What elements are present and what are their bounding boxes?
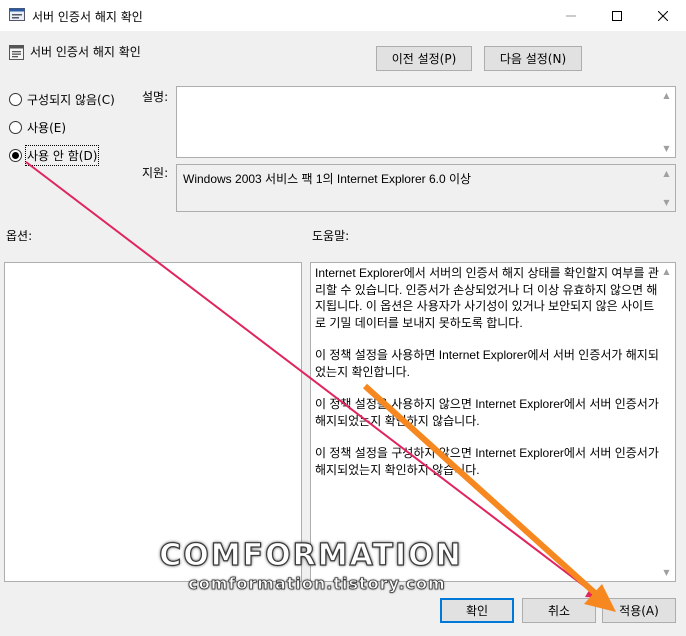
- maximize-icon: [612, 10, 622, 21]
- scroll-down-icon[interactable]: ▼: [658, 140, 675, 157]
- policy-app-icon: [9, 8, 25, 21]
- supported-label: 지원:: [142, 166, 169, 180]
- help-paragraph: 이 정책 설정을 구성하지 않으면 Internet Explorer에서 서버…: [315, 446, 659, 477]
- radio-label: 사용 안 함(D): [24, 145, 100, 166]
- close-button[interactable]: [640, 0, 686, 31]
- radio-circle[interactable]: [9, 93, 22, 106]
- scroll-down-icon[interactable]: ▼: [658, 194, 675, 211]
- red-arrow-head: [585, 587, 600, 598]
- supported-box: Windows 2003 서비스 팩 1의 Internet Explorer …: [176, 164, 676, 212]
- close-icon: [658, 10, 668, 21]
- supported-scrollbar[interactable]: ▲ ▼: [658, 165, 675, 211]
- radio-label: 사용(E): [27, 121, 67, 135]
- title-bar: 서버 인증서 해지 확인: [0, 0, 686, 31]
- options-label: 옵션:: [6, 229, 33, 243]
- radio-circle[interactable]: [9, 121, 22, 134]
- ok-button[interactable]: 확인: [440, 598, 514, 623]
- help-paragraph: Internet Explorer에서 서버의 인증서 해지 상태를 확인할지 …: [315, 266, 659, 330]
- next-setting-button[interactable]: 다음 설정(N): [484, 46, 582, 71]
- radio-enabled[interactable]: 사용(E): [9, 119, 66, 136]
- help-paragraph: 이 정책 설정을 사용하면 Internet Explorer에서 서버 인증서…: [315, 348, 659, 379]
- comment-scrollbar[interactable]: ▲ ▼: [658, 87, 675, 157]
- help-paragraph: 이 정책 설정을 사용하지 않으면 Internet Explorer에서 서버…: [315, 397, 659, 428]
- supported-value: Windows 2003 서비스 팩 1의 Internet Explorer …: [183, 172, 472, 186]
- apply-button[interactable]: 적용(A): [602, 598, 676, 623]
- help-scrollbar[interactable]: ▲ ▼: [658, 263, 675, 581]
- scroll-up-icon[interactable]: ▲: [658, 263, 675, 280]
- window-title: 서버 인증서 해지 확인: [32, 10, 143, 24]
- scroll-up-icon[interactable]: ▲: [658, 87, 675, 104]
- comment-label: 설명:: [142, 90, 169, 104]
- scroll-down-icon[interactable]: ▼: [658, 564, 675, 581]
- maximize-button[interactable]: [594, 0, 640, 31]
- radio-disabled[interactable]: 사용 안 함(D): [9, 145, 100, 166]
- scroll-up-icon[interactable]: ▲: [658, 165, 675, 182]
- radio-not-configured[interactable]: 구성되지 않음(C): [9, 91, 115, 108]
- radio-circle-selected[interactable]: [9, 149, 22, 162]
- help-text: Internet Explorer에서 서버의 인증서 해지 상태를 확인할지 …: [315, 265, 659, 494]
- cancel-button[interactable]: 취소: [522, 598, 596, 623]
- minimize-icon: [566, 15, 576, 16]
- help-label: 도움말:: [312, 229, 350, 243]
- radio-label: 구성되지 않음(C): [27, 93, 115, 107]
- policy-setting-icon: [9, 45, 24, 60]
- help-panel: Internet Explorer에서 서버의 인증서 해지 상태를 확인할지 …: [310, 262, 676, 582]
- minimize-button[interactable]: [548, 0, 594, 31]
- comment-textarea[interactable]: ▲ ▼: [176, 86, 676, 158]
- options-panel: [4, 262, 302, 582]
- policy-title: 서버 인증서 해지 확인: [30, 45, 141, 59]
- prev-setting-button[interactable]: 이전 설정(P): [376, 46, 472, 71]
